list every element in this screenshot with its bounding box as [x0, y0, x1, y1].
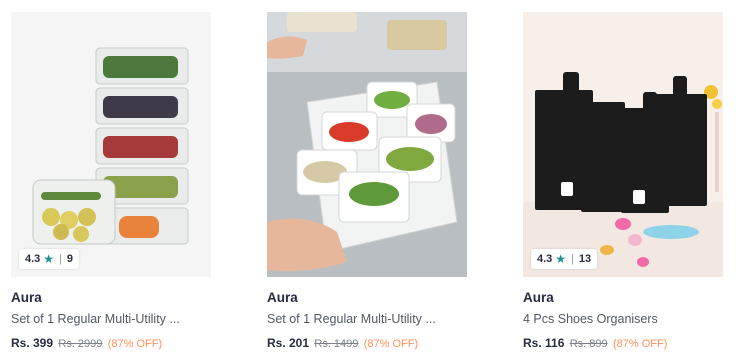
product-title[interactable]: 4 Pcs Shoes Organisers: [523, 312, 723, 326]
product-title[interactable]: Set of 1 Regular Multi-Utility ...: [11, 312, 211, 326]
rating-count: 9: [66, 253, 74, 265]
product-card[interactable]: 4.3 ★ | 9 Aura Set of 1 Regular Multi-Ut…: [11, 12, 211, 350]
product-card[interactable]: 4.3 ★ | 13 Aura 4 Pcs Shoes Organisers R…: [523, 12, 723, 350]
product-discount: (87% OFF): [612, 338, 668, 350]
rating-value: 4.3: [25, 253, 41, 265]
product-mrp: Rs. 1499: [314, 338, 359, 350]
product-brand[interactable]: Aura: [267, 290, 467, 305]
rating-count: 13: [578, 253, 592, 265]
star-icon: ★: [555, 252, 567, 266]
product-price-row: Rs. 116 Rs. 899 (87% OFF): [523, 336, 723, 350]
star-icon: ★: [43, 252, 55, 266]
product-brand[interactable]: Aura: [11, 290, 211, 305]
rating-separator: |: [571, 253, 574, 265]
product-mrp: Rs. 899: [569, 338, 608, 350]
product-discount: (87% OFF): [107, 338, 163, 350]
product-price: Rs. 116: [523, 336, 565, 350]
product-card[interactable]: Aura Set of 1 Regular Multi-Utility ... …: [267, 12, 467, 350]
rating-badge: 4.3 ★ | 13: [531, 249, 598, 269]
product-price: Rs. 201: [267, 336, 310, 350]
product-discount: (87% OFF): [363, 338, 419, 350]
product-title[interactable]: Set of 1 Regular Multi-Utility ...: [267, 312, 467, 326]
product-price-row: Rs. 201 Rs. 1499 (87% OFF): [267, 336, 467, 350]
product-price: Rs. 399: [11, 336, 54, 350]
product-image-shoe-organisers[interactable]: 4.3 ★ | 13: [523, 12, 723, 277]
rating-badge: 4.3 ★ | 9: [19, 249, 80, 269]
rating-separator: |: [59, 253, 62, 265]
product-mrp: Rs. 2999: [58, 338, 103, 350]
rating-value: 4.3: [537, 253, 553, 265]
product-image-fridge-organizer[interactable]: [267, 12, 467, 277]
product-brand[interactable]: Aura: [523, 290, 723, 305]
product-price-row: Rs. 399 Rs. 2999 (87% OFF): [11, 336, 211, 350]
product-image-stacked-containers[interactable]: 4.3 ★ | 9: [11, 12, 211, 277]
